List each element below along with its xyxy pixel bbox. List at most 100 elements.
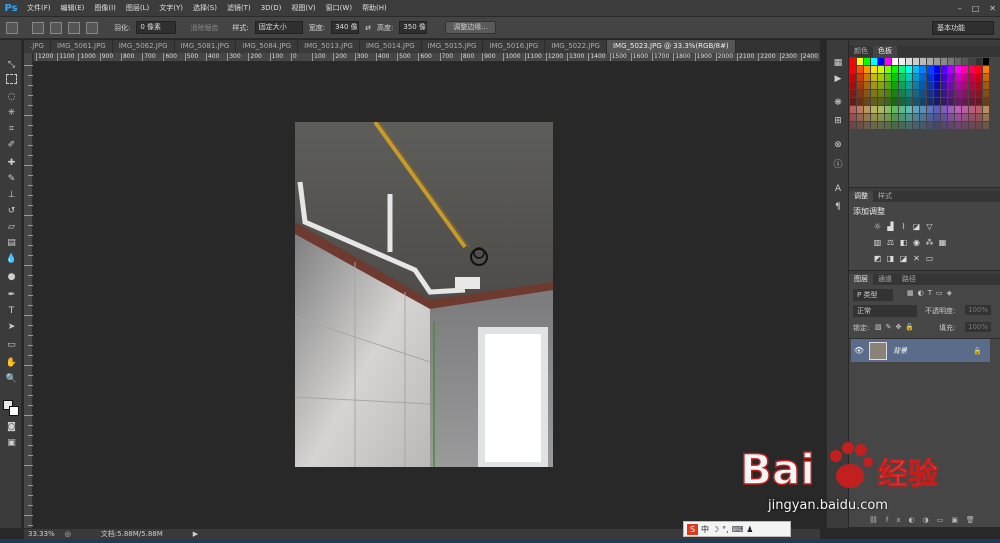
hue-saturation-icon[interactable]: ▥	[873, 238, 882, 247]
color-swatch[interactable]	[927, 82, 933, 89]
style-select[interactable]: 固定大小	[254, 21, 303, 34]
color-swatch[interactable]	[899, 66, 905, 73]
color-swatch[interactable]	[850, 58, 856, 65]
layer-filter-icons[interactable]: ▦◐T▭◈	[907, 289, 956, 297]
color-swatch[interactable]	[969, 90, 975, 97]
color-swatch[interactable]	[864, 66, 870, 73]
doc-tab-active[interactable]: IMG_5023.JPG @ 33.3%(RGB/8#)	[606, 40, 736, 53]
color-swatch[interactable]	[850, 74, 856, 81]
color-swatch[interactable]	[983, 58, 989, 65]
status-arrow-icon[interactable]: ▶	[193, 530, 198, 538]
color-swatch[interactable]	[962, 114, 968, 121]
feather-input[interactable]: 0 像素	[136, 21, 177, 34]
color-swatch[interactable]	[892, 66, 898, 73]
dodge-tool-icon[interactable]: ●	[5, 270, 18, 283]
color-swatch[interactable]	[892, 122, 898, 129]
path-selection-tool-icon[interactable]: ➤	[5, 320, 18, 333]
color-swatch[interactable]	[899, 82, 905, 89]
color-swatch[interactable]	[955, 114, 961, 121]
color-swatch[interactable]	[871, 98, 877, 105]
history-brush-tool-icon[interactable]: ↺	[5, 204, 18, 217]
color-swatch[interactable]	[857, 98, 863, 105]
color-swatch[interactable]	[913, 98, 919, 105]
invert-icon[interactable]: ◩	[873, 254, 882, 263]
color-swatch[interactable]	[962, 58, 968, 65]
color-swatch[interactable]	[955, 122, 961, 129]
color-swatch[interactable]	[864, 114, 870, 121]
zoom-level[interactable]: 33.33%	[28, 530, 55, 538]
color-swatch[interactable]	[962, 66, 968, 73]
doc-tab[interactable]: .JPG	[24, 40, 51, 53]
minimize-button[interactable]: –	[958, 4, 962, 13]
color-swatch[interactable]	[871, 66, 877, 73]
color-swatch[interactable]	[969, 74, 975, 81]
width-input[interactable]: 340 像	[331, 21, 360, 34]
color-swatch[interactable]	[976, 122, 982, 129]
color-swatch[interactable]	[857, 90, 863, 97]
levels-icon[interactable]: ▟	[886, 222, 895, 231]
color-swatch[interactable]	[906, 58, 912, 65]
user-icon[interactable]: ♟	[746, 525, 753, 534]
color-swatch[interactable]	[892, 74, 898, 81]
color-swatch[interactable]	[850, 66, 856, 73]
color-swatch[interactable]	[899, 90, 905, 97]
selective-color-icon[interactable]: ✕	[912, 254, 921, 263]
color-swatch[interactable]	[941, 58, 947, 65]
info-icon[interactable]: ⓘ	[831, 156, 845, 170]
color-swatch[interactable]	[955, 66, 961, 73]
color-swatch[interactable]	[857, 106, 863, 113]
subtract-selection-icon[interactable]	[68, 21, 80, 34]
color-swatch[interactable]	[913, 122, 919, 129]
color-swatch[interactable]	[962, 74, 968, 81]
brush-tool-icon[interactable]: ✎	[5, 172, 18, 185]
color-swatch[interactable]	[941, 114, 947, 121]
color-swatch[interactable]	[934, 106, 940, 113]
color-swatch[interactable]	[906, 74, 912, 81]
clone-source-icon[interactable]: ⊗	[831, 138, 845, 152]
menu-select[interactable]: 选择(S)	[188, 0, 222, 17]
color-swatch[interactable]	[920, 90, 926, 97]
color-swatch[interactable]	[899, 98, 905, 105]
color-swatch[interactable]	[906, 122, 912, 129]
color-swatch[interactable]	[920, 98, 926, 105]
color-swatch[interactable]	[927, 98, 933, 105]
color-swatch[interactable]	[871, 74, 877, 81]
document-info[interactable]: 文档:5.88M/5.88M	[101, 529, 163, 539]
intersect-selection-icon[interactable]	[86, 21, 98, 34]
color-swatch[interactable]	[864, 106, 870, 113]
color-swatch[interactable]	[920, 122, 926, 129]
color-swatch[interactable]	[934, 66, 940, 73]
menu-help[interactable]: 帮助(H)	[357, 0, 392, 17]
punctuation-icon[interactable]: °,	[722, 525, 729, 534]
color-swatch[interactable]	[920, 66, 926, 73]
color-swatch[interactable]	[878, 58, 884, 65]
color-swatch[interactable]	[941, 90, 947, 97]
doc-tab[interactable]: IMG_5062.JPG	[112, 40, 175, 53]
color-swatch[interactable]	[857, 114, 863, 121]
color-swatch[interactable]	[927, 74, 933, 81]
color-swatch[interactable]	[941, 74, 947, 81]
color-swatch[interactable]	[871, 114, 877, 121]
color-swatch[interactable]	[857, 74, 863, 81]
color-swatch[interactable]	[913, 90, 919, 97]
color-swatch[interactable]	[892, 58, 898, 65]
color-swatch[interactable]	[983, 90, 989, 97]
color-swatch[interactable]	[871, 90, 877, 97]
menu-3d[interactable]: 3D(D)	[256, 0, 287, 17]
color-swatch[interactable]	[857, 122, 863, 129]
color-swatch[interactable]	[885, 106, 891, 113]
color-swatch[interactable]	[969, 122, 975, 129]
color-swatch[interactable]	[955, 82, 961, 89]
zoom-tool-icon[interactable]: 🔍	[5, 372, 18, 385]
antialias-checkbox[interactable]: 消除锯齿	[190, 23, 218, 33]
color-swatch[interactable]	[976, 66, 982, 73]
hand-tool-icon[interactable]: ✋	[5, 356, 18, 369]
moon-icon[interactable]: ☽	[712, 525, 719, 534]
color-swatch[interactable]	[871, 82, 877, 89]
doc-tab[interactable]: IMG_5061.JPG	[50, 40, 113, 53]
lock-icons[interactable]: ▨✎✥🔒	[875, 323, 918, 331]
color-swatch[interactable]	[955, 98, 961, 105]
maximize-button[interactable]: □	[972, 4, 980, 13]
color-swatch[interactable]	[906, 90, 912, 97]
color-swatch[interactable]	[969, 106, 975, 113]
